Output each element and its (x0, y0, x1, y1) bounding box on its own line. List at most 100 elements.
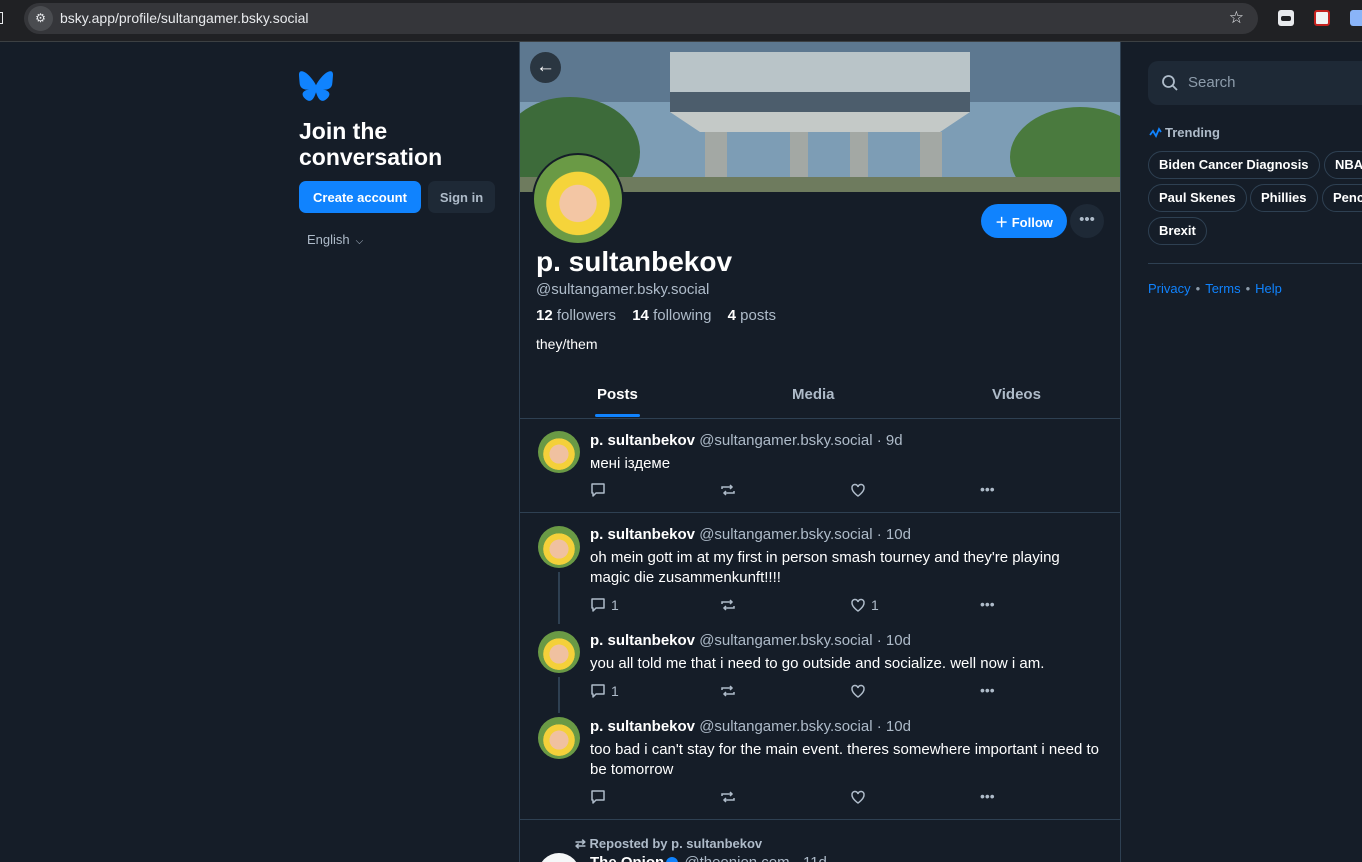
terms-link[interactable]: Terms (1205, 281, 1240, 296)
post-actions: 1 1 ••• (590, 596, 1010, 614)
trending-chip[interactable]: Brexit (1148, 217, 1207, 245)
reply-icon (591, 790, 605, 805)
list-item[interactable]: p. sultanbekov @sultangamer.bsky.social … (520, 420, 1120, 513)
posts-count: 4 posts (727, 307, 776, 324)
trending-chip[interactable]: Biden Cancer Diagnosis (1148, 151, 1320, 179)
like-icon (851, 484, 865, 498)
reply-button[interactable]: 1 (590, 682, 619, 699)
divider (1148, 263, 1362, 264)
address-bar[interactable]: ⚙ bsky.app/profile/sultangamer.bsky.soci… (24, 3, 1258, 34)
repost-button[interactable] (720, 788, 736, 805)
trending-chip[interactable]: Penc (1322, 184, 1362, 212)
search-input[interactable]: Search (1148, 61, 1362, 105)
profile-avatar[interactable] (532, 153, 624, 245)
more-icon[interactable]: ••• (980, 481, 995, 497)
help-link[interactable]: Help (1255, 281, 1282, 296)
post-actions: ••• (590, 788, 1010, 806)
like-icon (851, 791, 865, 805)
post-text: you all told me that i need to go outsid… (590, 655, 1045, 672)
trending-chip[interactable]: Paul Skenes (1148, 184, 1247, 212)
active-tab-indicator (595, 414, 640, 417)
repost-icon (721, 685, 735, 697)
repost-button[interactable] (720, 481, 736, 498)
verified-icon (666, 857, 679, 862)
profile-tabs: Posts Media Videos (520, 368, 1120, 419)
privacy-link[interactable]: Privacy (1148, 281, 1191, 296)
more-icon[interactable]: ••• (980, 682, 995, 698)
post-header: p. sultanbekov @sultangamer.bsky.social … (590, 526, 911, 543)
star-icon[interactable]: ☆ (1229, 8, 1244, 28)
profile-name: p. sultanbekov (536, 246, 733, 277)
post-text: мені іздеме (590, 455, 671, 472)
create-account-button[interactable]: Create account (299, 181, 421, 213)
avatar[interactable] (538, 526, 580, 568)
reply-icon (591, 483, 605, 498)
profile-column: ← ＋ Follow ••• p. sultanbekov @sultangam… (519, 42, 1121, 862)
url-text[interactable]: bsky.app/profile/sultangamer.bsky.social (60, 10, 309, 26)
like-icon (851, 599, 865, 613)
join-heading: Join the conversation (299, 118, 443, 170)
thread-line (558, 572, 560, 624)
sign-in-button[interactable]: Sign in (428, 181, 495, 213)
trending-chip[interactable]: Phillies (1250, 184, 1318, 212)
reply-button[interactable] (590, 788, 611, 805)
avatar[interactable] (538, 853, 580, 862)
follow-label: Follow (1011, 214, 1053, 230)
avatar[interactable] (538, 717, 580, 759)
back-arrow-icon[interactable]: ← (530, 52, 561, 83)
profile-bio: they/them (536, 336, 598, 352)
more-icon[interactable]: ••• (980, 788, 995, 804)
profile-handle: @sultangamer.bsky.social (536, 281, 710, 298)
trending-heading: Trending (1149, 125, 1220, 140)
follow-button[interactable]: ＋ Follow (981, 204, 1067, 238)
list-item[interactable]: p. sultanbekov @sultangamer.bsky.social … (520, 620, 1120, 713)
reply-icon (591, 684, 605, 699)
browser-toolbar: ⚙ bsky.app/profile/sultangamer.bsky.soci… (0, 0, 1362, 42)
extension-icon-3[interactable] (1350, 10, 1362, 26)
chevron-down-icon: ⌵ (355, 236, 364, 247)
more-icon[interactable]: ••• (1070, 204, 1104, 238)
reply-button[interactable] (590, 481, 611, 498)
repost-icon (721, 599, 735, 611)
reply-button[interactable]: 1 (590, 596, 619, 613)
more-icon[interactable]: ••• (980, 596, 995, 612)
profile-stats: 12 followers 14 following 4 posts (536, 307, 788, 324)
tab-media[interactable]: Media (792, 386, 835, 403)
avatar[interactable] (538, 631, 580, 673)
language-select[interactable]: English ⌵ (307, 232, 363, 247)
like-button[interactable] (850, 481, 871, 498)
like-button[interactable] (850, 788, 871, 805)
butterfly-logo-icon[interactable] (299, 71, 333, 101)
trending-chip[interactable]: NBA (1324, 151, 1362, 179)
site-settings-icon[interactable]: ⚙ (28, 6, 53, 31)
repost-icon (721, 791, 735, 803)
followers-link[interactable]: 12 followers (536, 307, 622, 324)
following-link[interactable]: 14 following (632, 307, 717, 324)
extension-icon-1[interactable] (1278, 10, 1294, 26)
post-header: p. sultanbekov @sultangamer.bsky.social … (590, 632, 911, 649)
like-button[interactable]: 1 (850, 596, 879, 613)
repost-button[interactable] (720, 682, 736, 699)
footer-links: Privacy • Terms • Help (1148, 281, 1282, 296)
tab-edge-icon (0, 12, 3, 24)
post-header: The Onion @theonion.com · 11d (590, 854, 827, 862)
avatar[interactable] (538, 431, 580, 473)
repost-icon (721, 484, 735, 496)
post-text: too bad i can't stay for the main event.… (590, 741, 1099, 778)
like-button[interactable] (850, 682, 871, 699)
extension-icon-2[interactable] (1314, 10, 1330, 26)
repost-button[interactable] (720, 596, 736, 613)
post-actions: 1 ••• (590, 682, 1010, 700)
language-label: English (307, 232, 350, 247)
post-actions: ••• (590, 481, 1010, 499)
repost-indicator: ⇄ Reposted by p. sultanbekov (575, 836, 763, 851)
trending-icon (1149, 127, 1162, 139)
list-item[interactable]: p. sultanbekov @sultangamer.bsky.social … (520, 514, 1120, 624)
tab-videos[interactable]: Videos (992, 386, 1041, 403)
repost-icon: ⇄ (575, 836, 590, 851)
post-header: p. sultanbekov @sultangamer.bsky.social … (590, 432, 903, 449)
post-header: p. sultanbekov @sultangamer.bsky.social … (590, 718, 911, 735)
search-icon (1162, 75, 1178, 91)
list-item[interactable]: p. sultanbekov @sultangamer.bsky.social … (520, 706, 1120, 820)
tab-posts[interactable]: Posts (597, 386, 638, 403)
